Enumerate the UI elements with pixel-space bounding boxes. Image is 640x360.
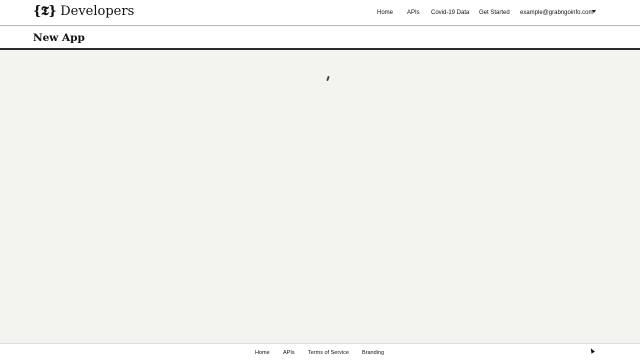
page-footer: Home APIs Terms of Service Branding xyxy=(0,343,640,360)
footer-link-branding[interactable]: Branding xyxy=(362,350,384,357)
nav-item-home[interactable]: Home xyxy=(377,9,393,17)
footer-link-apis[interactable]: APIs xyxy=(283,350,295,357)
nav-item-get-started[interactable]: Get Started xyxy=(479,9,510,17)
footer-link-terms-of-service[interactable]: Terms of Service xyxy=(308,350,349,357)
top-navigation-bar: {𝕿} Developers Home APIs Covid-19 Data G… xyxy=(0,0,640,26)
page-title-bar: New App xyxy=(0,27,640,50)
page-title: New App xyxy=(33,32,85,44)
account-menu-email[interactable]: example@grabngoinfo.com xyxy=(520,9,593,17)
main-nav: Home APIs Covid-19 Data Get Started exam… xyxy=(0,0,640,26)
footer-link-home[interactable]: Home xyxy=(255,350,270,357)
nav-item-covid-19-data[interactable]: Covid-19 Data xyxy=(431,9,469,17)
chevron-down-icon[interactable] xyxy=(592,10,596,13)
nav-item-apis[interactable]: APIs xyxy=(407,9,420,17)
loading-spinner-icon xyxy=(326,75,330,82)
